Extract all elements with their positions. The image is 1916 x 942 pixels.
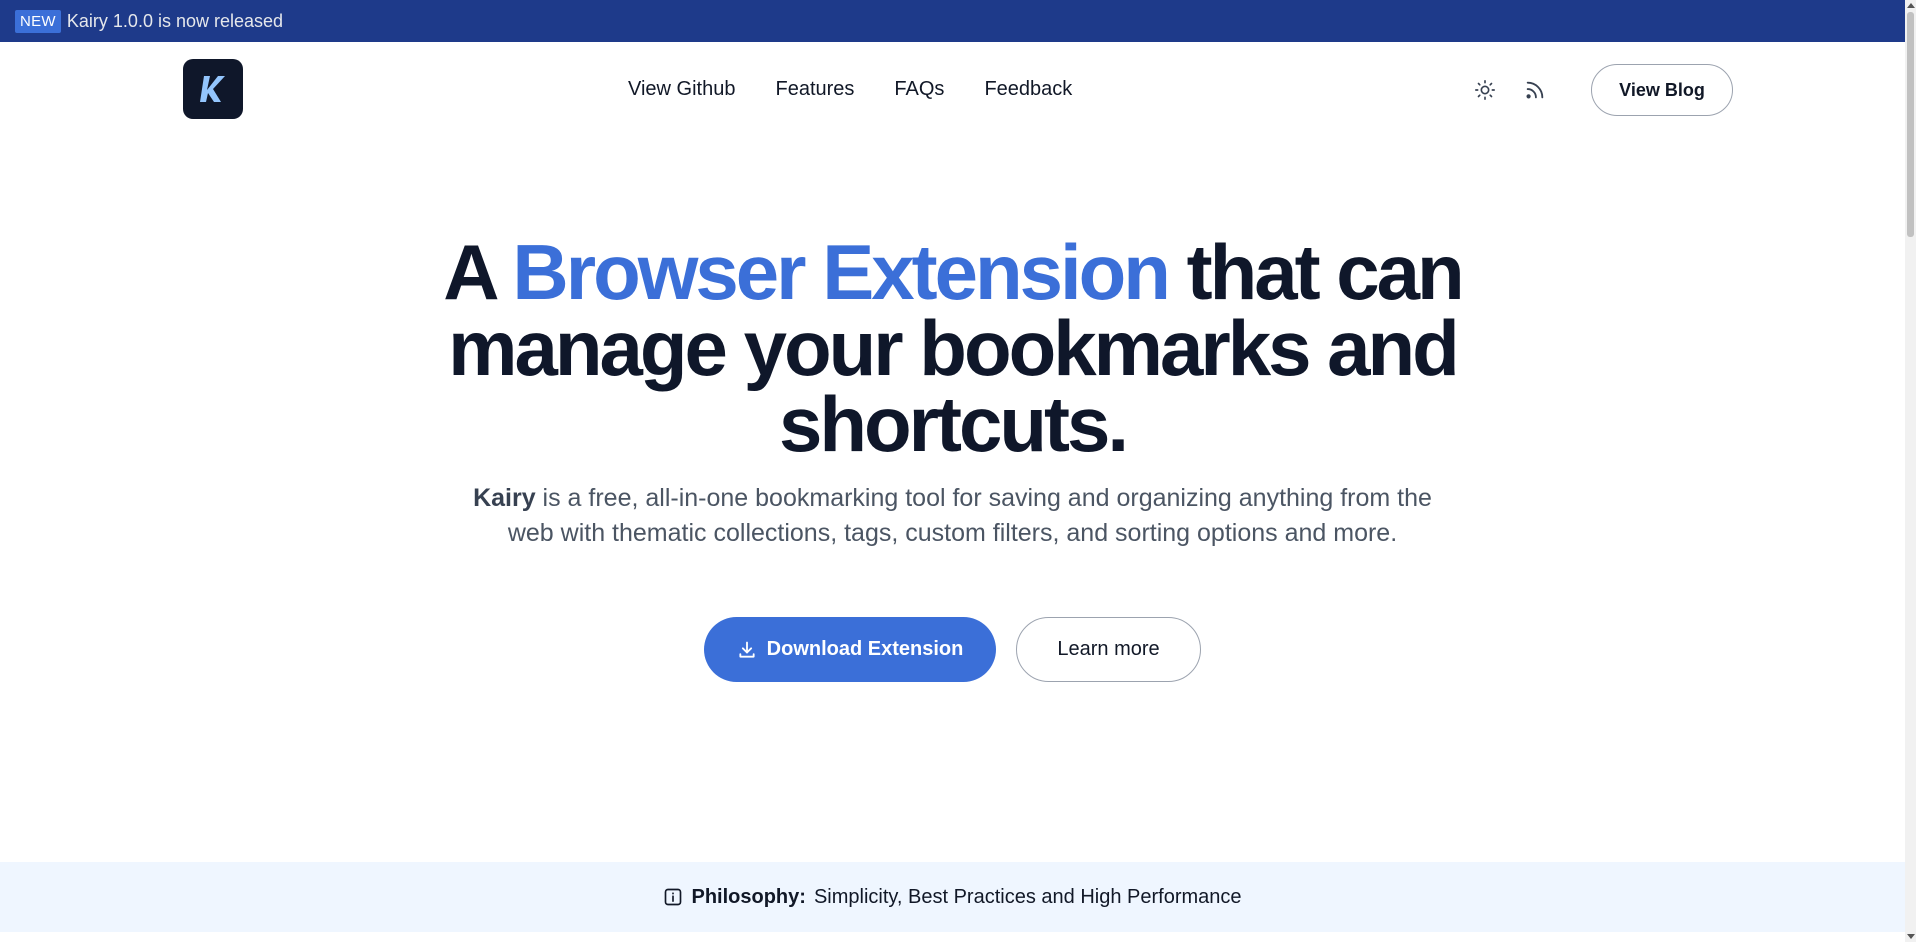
- scroll-up-arrow-icon[interactable]: [1907, 3, 1915, 8]
- philosophy-banner: Philosophy: Simplicity, Best Practices a…: [0, 862, 1905, 932]
- info-icon: [665, 888, 682, 906]
- rss-icon[interactable]: [1522, 77, 1548, 103]
- hero-title-accent: Browser Extension: [512, 228, 1171, 316]
- k-logo-icon: [200, 76, 225, 102]
- vertical-scrollbar[interactable]: [1905, 0, 1916, 942]
- hero-subtitle: Kairy is a free, all-in-one bookmarking …: [470, 481, 1435, 551]
- hero-title: A Browser Extension that can manage your…: [430, 233, 1475, 463]
- hero-subtitle-text: is a free, all-in-one bookmarking tool f…: [507, 484, 1432, 547]
- philosophy-label: Philosophy:: [691, 885, 806, 908]
- new-badge: NEW: [15, 9, 61, 33]
- nav-link-github[interactable]: View Github: [628, 78, 735, 101]
- hero-title-pre: A: [443, 228, 513, 316]
- announcement-text[interactable]: Kairy 1.0.0 is now released: [67, 11, 283, 32]
- nav-link-faqs[interactable]: FAQs: [894, 78, 944, 101]
- download-icon: [739, 641, 755, 658]
- download-button-label: Download Extension: [766, 638, 964, 660]
- top-navigation: View Github Features FAQs Feedback View …: [0, 42, 1905, 138]
- learn-more-button[interactable]: Learn more: [1016, 617, 1201, 682]
- nav-link-feedback[interactable]: Feedback: [984, 78, 1072, 101]
- download-extension-button[interactable]: Download Extension: [704, 617, 996, 682]
- philosophy-text: Simplicity, Best Practices and High Perf…: [813, 885, 1242, 908]
- scroll-down-arrow-icon[interactable]: [1907, 934, 1915, 939]
- sun-icon[interactable]: [1472, 77, 1498, 103]
- brand-name: Kairy: [473, 484, 536, 512]
- nav-links: View Github Features FAQs Feedback: [628, 78, 1072, 101]
- kairy-logo[interactable]: [183, 59, 243, 119]
- nav-link-features[interactable]: Features: [775, 78, 854, 101]
- scrollbar-thumb[interactable]: [1907, 12, 1914, 237]
- announcement-bar[interactable]: NEW Kairy 1.0.0 is now released: [0, 0, 1905, 42]
- view-blog-button[interactable]: View Blog: [1591, 64, 1733, 116]
